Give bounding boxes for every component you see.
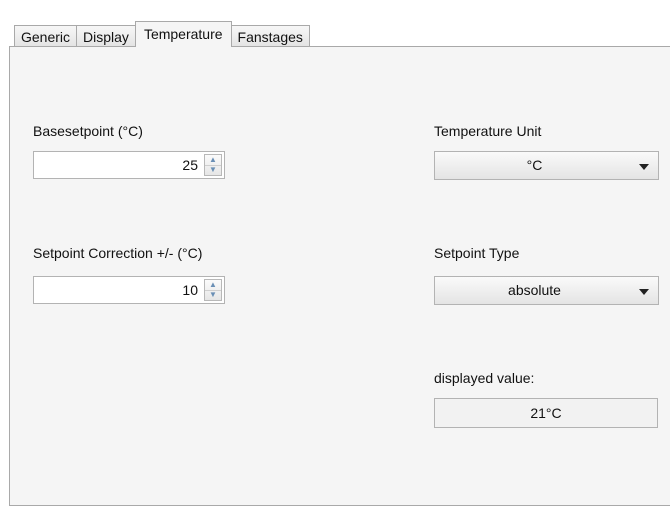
setpoint-correction-value[interactable]: 10 (182, 277, 198, 303)
setpoint-type-label: Setpoint Type (434, 245, 520, 261)
displayed-value-readout: 21°C (434, 398, 658, 428)
basesetpoint-spin-buttons: ▲ ▼ (204, 154, 222, 176)
triangle-up-icon[interactable]: ▲ (205, 280, 221, 290)
setpoint-type-select[interactable]: absolute (434, 276, 659, 305)
chevron-down-icon (639, 164, 649, 170)
temperature-unit-select[interactable]: °C (434, 151, 659, 180)
setpoint-type-value: absolute (508, 282, 561, 298)
tab-temperature[interactable]: Temperature (134, 21, 232, 47)
setpoint-correction-label: Setpoint Correction +/- (°C) (33, 245, 203, 261)
chevron-down-icon (639, 289, 649, 295)
tab-bar: Generic Display Temperature Fanstages (14, 21, 310, 47)
tab-generic[interactable]: Generic (14, 25, 78, 47)
basesetpoint-spinner[interactable]: 25 ▲ ▼ (33, 151, 225, 179)
displayed-value-label: displayed value: (434, 370, 535, 386)
temperature-unit-value: °C (526, 157, 543, 173)
triangle-down-icon[interactable]: ▼ (205, 164, 221, 176)
temperature-unit-label: Temperature Unit (434, 123, 542, 139)
triangle-up-icon[interactable]: ▲ (205, 155, 221, 165)
tab-display[interactable]: Display (76, 25, 136, 47)
triangle-down-icon[interactable]: ▼ (205, 289, 221, 301)
tab-fanstages[interactable]: Fanstages (230, 25, 310, 47)
setpoint-correction-spin-buttons: ▲ ▼ (204, 279, 222, 301)
basesetpoint-label: Basesetpoint (°C) (33, 123, 143, 139)
temperature-panel: Basesetpoint (°C) 25 ▲ ▼ Setpoint Correc… (9, 46, 670, 506)
setpoint-correction-spinner[interactable]: 10 ▲ ▼ (33, 276, 225, 304)
basesetpoint-value[interactable]: 25 (182, 152, 198, 178)
